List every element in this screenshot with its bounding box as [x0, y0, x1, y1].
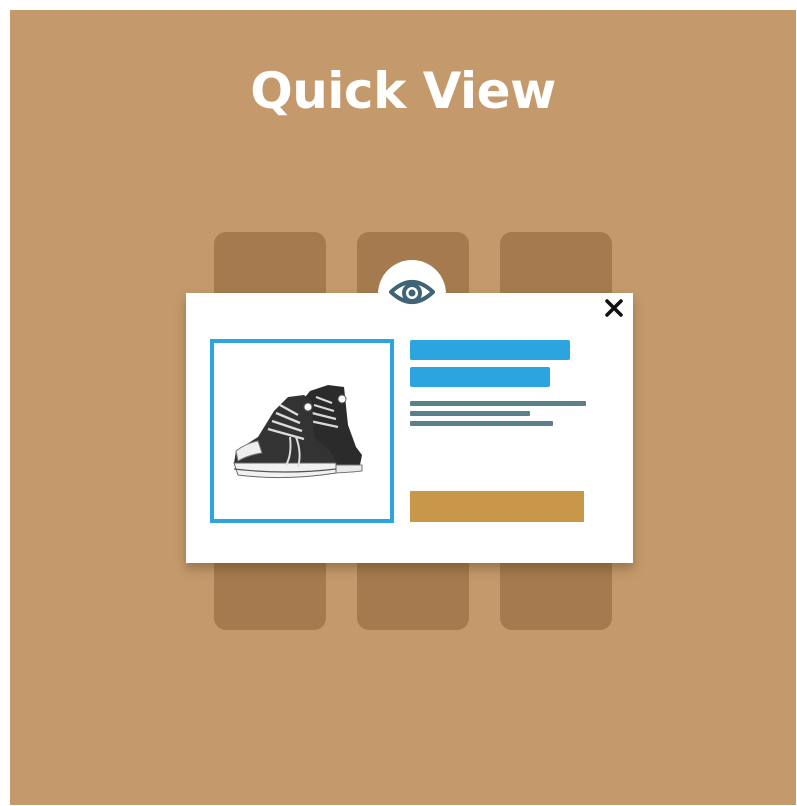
- quick-view-modal: [186, 293, 633, 563]
- eye-icon: [389, 280, 435, 304]
- product-subtitle-placeholder: [410, 367, 550, 387]
- promo-canvas: Quick View: [10, 10, 796, 805]
- close-icon: [605, 299, 623, 317]
- close-button[interactable]: [602, 296, 626, 320]
- product-title-placeholder: [410, 340, 570, 360]
- description-line: [410, 411, 530, 416]
- product-image-frame: [210, 339, 394, 523]
- add-to-cart-button[interactable]: [410, 491, 584, 522]
- page-title: Quick View: [250, 62, 556, 120]
- sneakers-illustration: [233, 385, 363, 479]
- quick-view-badge: [378, 260, 446, 328]
- description-line: [410, 421, 553, 426]
- description-line: [410, 401, 586, 406]
